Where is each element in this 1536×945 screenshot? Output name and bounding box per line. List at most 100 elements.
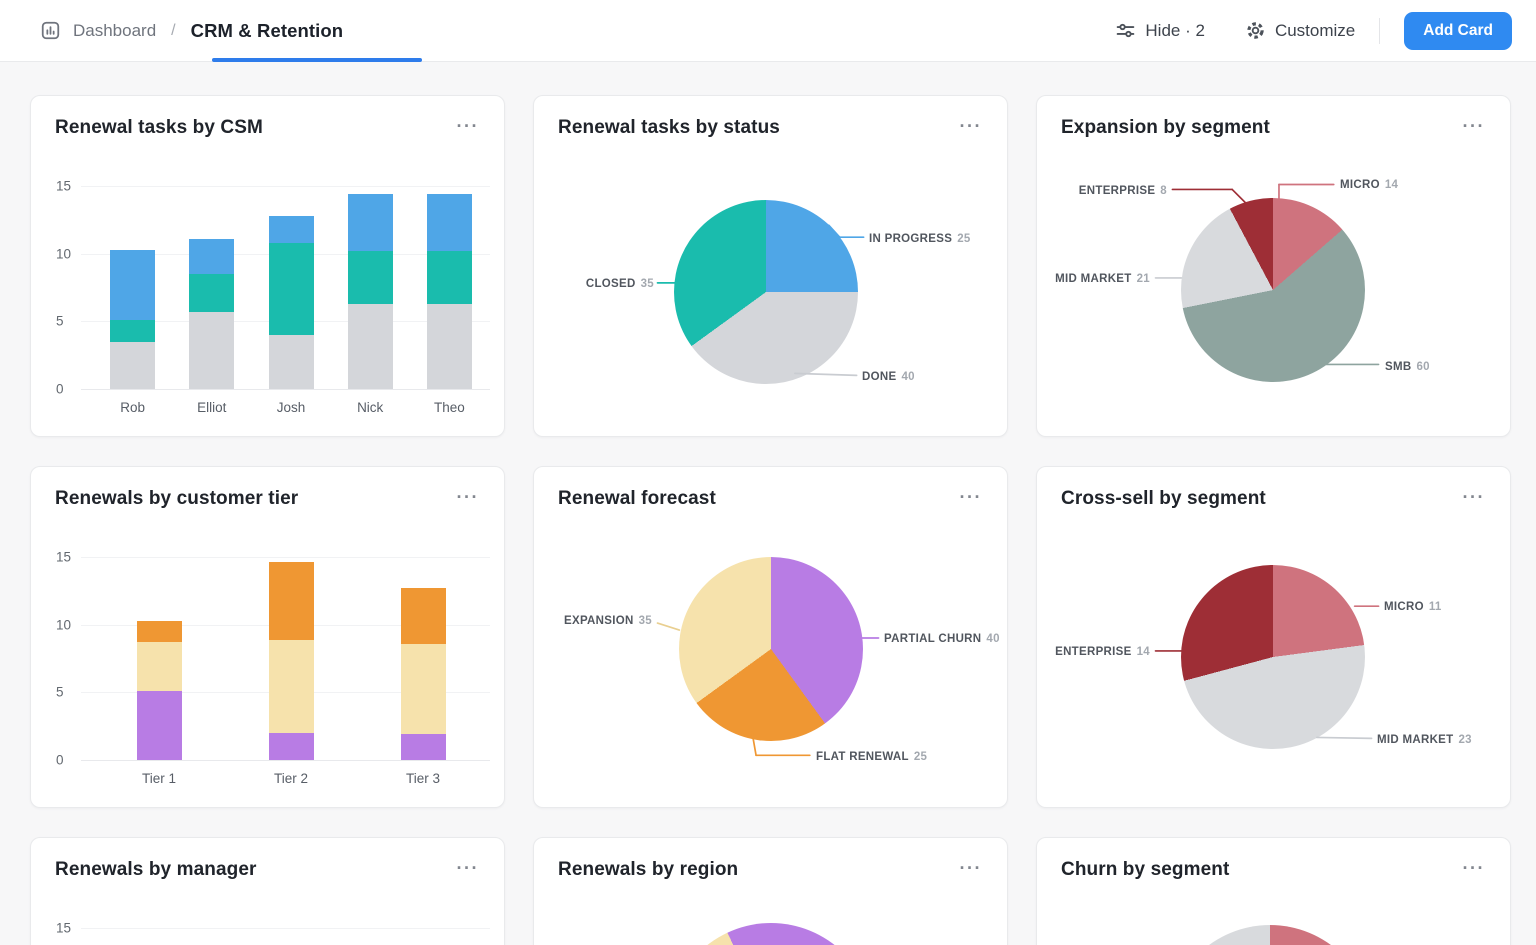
card-header: Renewals by manager ··· [31, 838, 504, 881]
card-title: Churn by segment [1061, 859, 1229, 881]
bar-segment[interactable] [137, 642, 182, 691]
card-menu-button[interactable]: ··· [957, 859, 985, 877]
hide-button[interactable]: Hide · 2 [1115, 20, 1205, 41]
pie-slice-label-text: EXPANSION [564, 615, 634, 627]
bar-segment[interactable] [348, 194, 393, 251]
active-tab-underline [212, 58, 422, 62]
customize-button[interactable]: Customize [1245, 20, 1355, 41]
card-menu-button[interactable]: ··· [454, 117, 482, 135]
grid-line [81, 186, 490, 187]
card-expansion-by-segment: Expansion by segment···MICRO14SMB60MID M… [1036, 95, 1511, 437]
bar-segment[interactable] [269, 733, 314, 760]
pie-slice-label-text: ENTERPRISE [1079, 185, 1156, 197]
pie-slice-label-value: 11 [1429, 601, 1442, 613]
card-header: Churn by segment ··· [1037, 838, 1510, 881]
card-menu-button[interactable]: ··· [1460, 117, 1488, 135]
card-menu-button[interactable]: ··· [957, 488, 985, 506]
breadcrumb-dashboard[interactable]: Dashboard [73, 21, 156, 41]
pie-slice-label: CLOSED 35 [586, 278, 654, 290]
card-grid: Renewal tasks by CSM···051015RobElliotJo… [0, 62, 1536, 945]
top-bar-actions: Hide · 2 Customize Add Card [1115, 12, 1512, 50]
card-header: Cross-sell by segment ··· [1037, 467, 1510, 510]
bar-segment[interactable] [269, 562, 314, 639]
bar-segment[interactable] [137, 691, 182, 760]
bar-segment[interactable] [269, 335, 314, 389]
card-menu-button[interactable]: ··· [454, 488, 482, 506]
y-axis-tick: 15 [56, 550, 71, 565]
bar-segment[interactable] [269, 216, 314, 243]
bar-segment[interactable] [401, 644, 446, 735]
x-axis-label: Nick [357, 400, 383, 415]
customize-button-label: Customize [1275, 21, 1355, 41]
pie-slice-label-value: 35 [639, 615, 652, 627]
pie-slice-label: ENTERPRISE8 [1079, 185, 1167, 197]
bar-segment[interactable] [348, 304, 393, 389]
pie-slice-label-value: 40 [986, 633, 999, 645]
bar-segment[interactable] [427, 194, 472, 251]
bar-segment[interactable] [401, 588, 446, 643]
dashboard-icon [40, 20, 61, 41]
card-title: Cross-sell by segment [1061, 488, 1266, 510]
pie-slice-label: PARTIAL CHURN 40 [884, 633, 1000, 645]
pie-slice-label: MICRO14 [1340, 179, 1398, 191]
grid-line [81, 928, 490, 929]
card-title: Renewals by manager [55, 859, 256, 881]
pie-slice-label: FLAT RENEWAL25 [816, 751, 927, 763]
bar-segment[interactable] [427, 251, 472, 304]
card-title: Renewal tasks by CSM [55, 117, 263, 139]
bar-segment[interactable] [427, 304, 472, 389]
pie-chart[interactable] [1181, 198, 1365, 382]
bar-segment[interactable] [137, 621, 182, 643]
pie-slice-label-text: SMB [1385, 361, 1411, 373]
bar-segment[interactable] [110, 342, 155, 389]
bar-segment[interactable] [110, 320, 155, 342]
stacked-bar-chart-area: 051015RobElliotJoshNickTheo [31, 96, 504, 436]
x-axis-label: Tier 2 [274, 771, 308, 786]
pie-slice-label: MICRO11 [1384, 601, 1442, 613]
pie-chart[interactable] [1181, 565, 1365, 749]
pie-slice-label-value: 25 [957, 233, 970, 245]
card-renewals-by-region: Renewals by region ··· [533, 837, 1008, 945]
bar-segment[interactable] [269, 243, 314, 335]
bar-segment[interactable] [401, 734, 446, 760]
pie-chart[interactable] [674, 200, 858, 384]
pie-chart[interactable] [679, 557, 863, 741]
card-renewal-tasks-by-csm: Renewal tasks by CSM···051015RobElliotJo… [30, 95, 505, 437]
pie-slice-label: EXPANSION 35 [564, 615, 652, 627]
add-card-button[interactable]: Add Card [1404, 12, 1512, 50]
y-axis-tick: 0 [56, 753, 64, 768]
toolbar-divider [1379, 18, 1380, 44]
pie-slice-label-value: 40 [901, 371, 914, 383]
bar-segment[interactable] [110, 250, 155, 320]
bar-segment[interactable] [189, 312, 234, 389]
breadcrumb-current-tab[interactable]: CRM & Retention [191, 20, 344, 42]
card-menu-button[interactable]: ··· [957, 117, 985, 135]
grid-line [81, 557, 490, 558]
card-menu-button[interactable]: ··· [454, 859, 482, 877]
sliders-icon [1115, 20, 1136, 41]
pie-slice-label-value: 35 [641, 278, 654, 290]
card-title: Expansion by segment [1061, 117, 1270, 139]
bar-segment[interactable] [348, 251, 393, 304]
y-axis-tick: 5 [56, 314, 64, 329]
top-bar: Dashboard / CRM & Retention Hide · 2 [0, 0, 1536, 62]
pie-slice-label: ENTERPRISE14 [1055, 646, 1150, 658]
card-header: Renewals by region ··· [534, 838, 1007, 881]
y-axis-tick: 10 [56, 617, 71, 632]
bar-segment[interactable] [189, 274, 234, 312]
bar-segment[interactable] [189, 239, 234, 274]
bar-segment[interactable] [269, 640, 314, 733]
pie-slice-label-text: PARTIAL CHURN [884, 633, 981, 645]
pie-chart[interactable] [1167, 925, 1373, 945]
card-header: Renewals by customer tier··· [31, 467, 504, 510]
y-axis-tick: 0 [56, 382, 64, 397]
card-title: Renewals by region [558, 859, 738, 881]
card-menu-button[interactable]: ··· [1460, 859, 1488, 877]
pie-chart[interactable] [668, 923, 874, 945]
pie-slice-label-text: CLOSED [586, 278, 636, 290]
x-axis-label: Tier 3 [406, 771, 440, 786]
pie-slice-label: IN PROGRESS25 [869, 233, 971, 245]
gear-icon [1245, 20, 1266, 41]
card-menu-button[interactable]: ··· [1460, 488, 1488, 506]
pie-slice-label: MID MARKET23 [1377, 734, 1472, 746]
